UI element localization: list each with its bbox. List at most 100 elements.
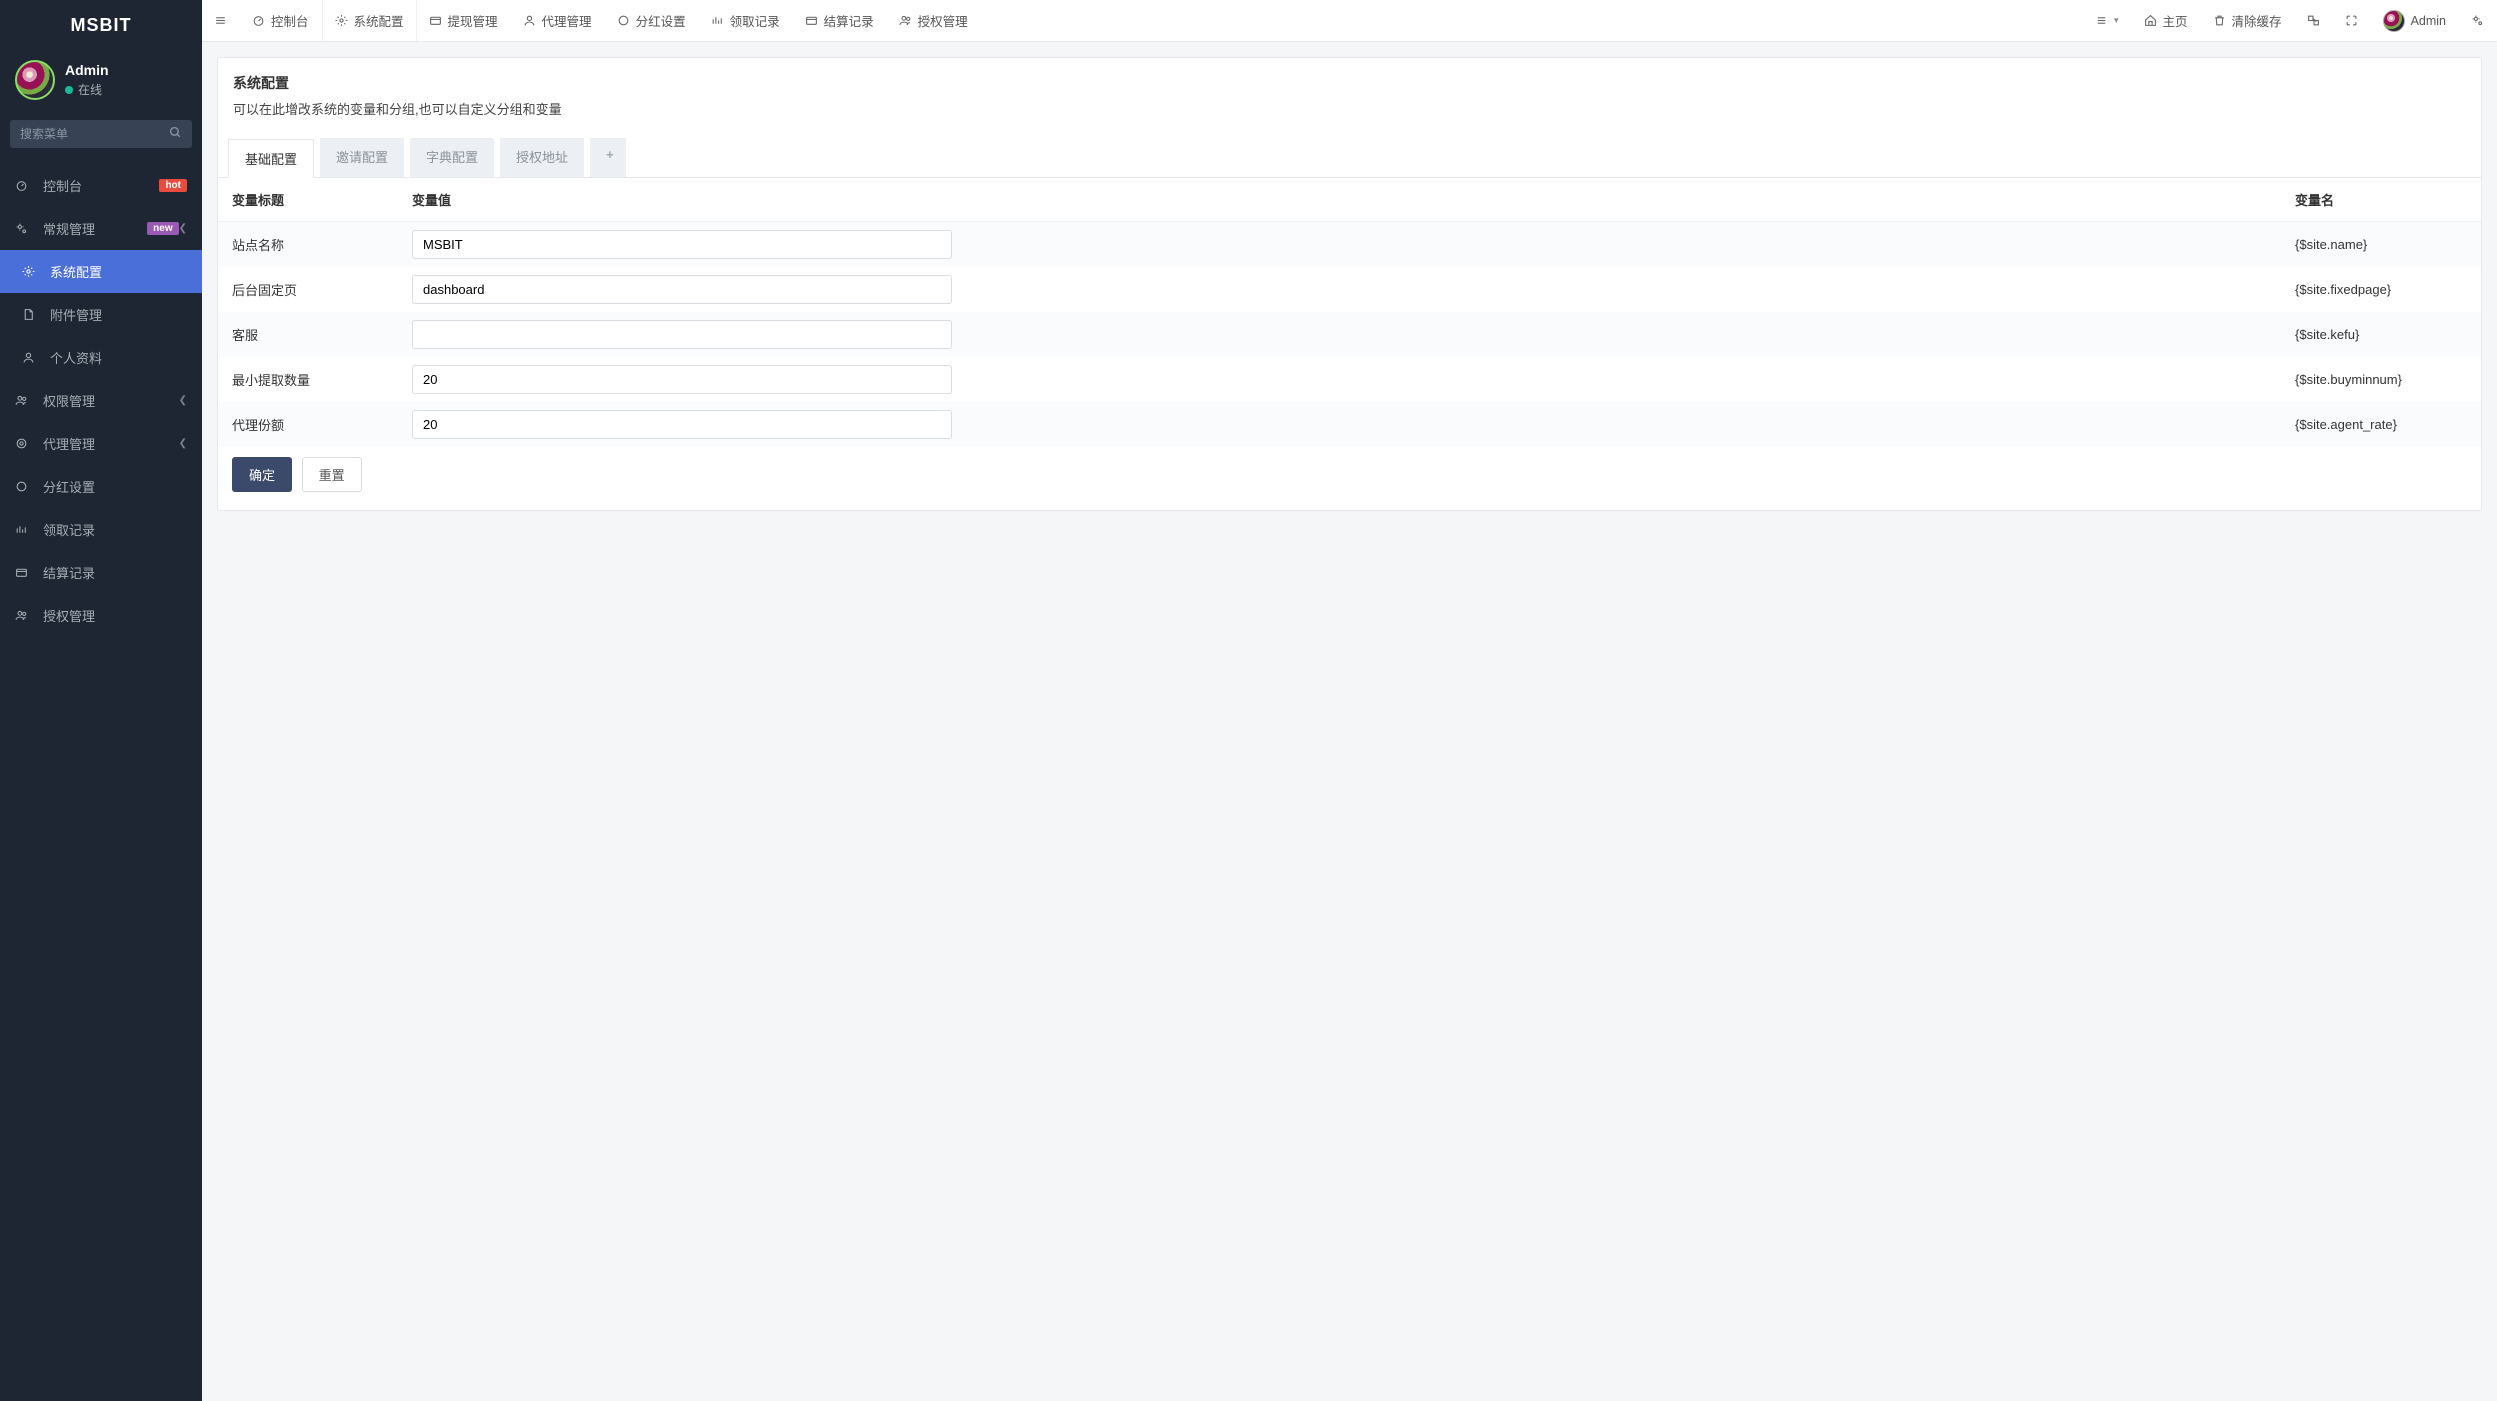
gears-icon	[2471, 14, 2484, 27]
topbar-action-1[interactable]: 主页	[2132, 0, 2201, 41]
tab-0[interactable]: 基础配置	[228, 139, 314, 178]
row-varname: {$site.kefu}	[2281, 312, 2481, 357]
bars-icon	[711, 14, 724, 27]
user-icon	[523, 14, 536, 27]
topnav-label: 授权管理	[918, 11, 968, 30]
sidebar-search	[10, 120, 192, 148]
list-icon	[2095, 14, 2108, 27]
row-title: 客服	[218, 312, 398, 357]
sidebar-item-2[interactable]: 系统配置	[0, 250, 202, 293]
row-input-4[interactable]	[412, 410, 952, 439]
sidebar-item-5[interactable]: 权限管理❮	[0, 379, 202, 422]
badge-hot: hot	[159, 179, 187, 192]
topbar-action-2[interactable]: 清除缓存	[2201, 0, 2295, 41]
dashboard-icon	[15, 179, 35, 192]
sidebar-user: Admin 在线	[0, 50, 202, 110]
gear-icon	[335, 14, 348, 27]
topnav-4[interactable]: 代理管理	[511, 0, 605, 41]
sidebar-item-8[interactable]: 领取记录	[0, 508, 202, 551]
topnav-label: 系统配置	[354, 11, 404, 30]
row-input-0[interactable]	[412, 230, 952, 259]
topbar-action-0[interactable]: ▾	[2083, 0, 2132, 41]
col-value: 变量值	[398, 178, 2281, 222]
plus-icon: +	[606, 147, 614, 162]
topbar: 控制台 系统配置 提现管理 代理管理 分红设置领取记录结算记录 授权管理 ▾ 主页 清除缓存 A…	[202, 0, 2497, 42]
tab-3[interactable]: 授权地址	[500, 138, 584, 177]
panel-desc: 可以在此增改系统的变量和分组,也可以自定义分组和变量	[233, 99, 2466, 118]
avatar[interactable]	[15, 60, 55, 100]
gear-icon	[22, 265, 42, 278]
menu-toggle[interactable]	[202, 0, 240, 41]
sidebar-item-4[interactable]: 个人资料	[0, 336, 202, 379]
sidebar-item-label: 结算记录	[43, 563, 187, 582]
topnav-2[interactable]: 系统配置	[322, 0, 417, 41]
row-varname: {$site.fixedpage}	[2281, 267, 2481, 312]
topbar-action-6[interactable]	[2459, 0, 2497, 41]
brand[interactable]: MSBIT	[0, 0, 202, 50]
sidebar: MSBIT Admin 在线 控制台hot常规管理new❮ 系统配置附件管理个人资…	[0, 0, 202, 1401]
sidebar-item-label: 权限管理	[43, 391, 179, 410]
caret-down-icon: ▾	[2114, 15, 2119, 26]
topnav-7[interactable]: 结算记录	[793, 0, 887, 41]
tab-add[interactable]: +	[590, 138, 626, 177]
sidebar-item-0[interactable]: 控制台hot	[0, 164, 202, 207]
topnav-1[interactable]: 控制台	[240, 0, 322, 41]
topnav-label: 代理管理	[542, 11, 592, 30]
circle-icon	[15, 480, 35, 493]
topnav-label: 分红设置	[636, 11, 686, 30]
sidebar-item-7[interactable]: 分红设置	[0, 465, 202, 508]
tab-1[interactable]: 邀请配置	[320, 138, 404, 177]
topnav-5[interactable]: 分红设置	[605, 0, 699, 41]
card-icon	[805, 14, 818, 27]
dashboard-icon	[252, 14, 265, 27]
online-dot-icon	[65, 86, 73, 94]
topbar-user[interactable]: Admin	[2371, 0, 2459, 41]
sidebar-item-3[interactable]: 附件管理	[0, 293, 202, 336]
sidebar-item-label: 领取记录	[43, 520, 187, 539]
trash-icon	[2213, 14, 2226, 27]
users-icon	[15, 394, 35, 407]
search-icon[interactable]	[169, 126, 182, 139]
row-varname: {$site.buyminnum}	[2281, 357, 2481, 402]
expand-icon	[2345, 14, 2358, 27]
sidebar-item-label: 授权管理	[43, 606, 187, 625]
panel-title: 系统配置	[233, 73, 2466, 93]
sidebar-item-1[interactable]: 常规管理new❮	[0, 207, 202, 250]
users-icon	[899, 14, 912, 27]
topnav-8[interactable]: 授权管理	[887, 0, 981, 41]
topnav-label: 控制台	[271, 11, 309, 30]
topnav-6[interactable]: 领取记录	[699, 0, 793, 41]
topnav-label: 提现管理	[448, 11, 498, 30]
target-icon	[15, 437, 35, 450]
users-icon	[15, 609, 35, 622]
circle-icon	[617, 14, 630, 27]
file-icon	[22, 308, 42, 321]
sidebar-item-6[interactable]: 代理管理❮	[0, 422, 202, 465]
lang-icon	[2307, 14, 2320, 27]
submit-button[interactable]: 确定	[232, 457, 292, 492]
sidebar-item-label: 系统配置	[50, 262, 187, 281]
config-table: 变量标题 变量值 变量名 站点名称{$site.name}后台固定页{$site…	[218, 178, 2481, 447]
row-input-1[interactable]	[412, 275, 952, 304]
sidebar-item-10[interactable]: 授权管理	[0, 594, 202, 637]
sidebar-menu: 控制台hot常规管理new❮系统配置附件管理个人资料权限管理❮代理管理❮分红设置…	[0, 164, 202, 637]
sidebar-item-label: 个人资料	[50, 348, 187, 367]
chevron-left-icon: ❮	[179, 223, 187, 234]
tab-2[interactable]: 字典配置	[410, 138, 494, 177]
topnav-3[interactable]: 提现管理	[417, 0, 511, 41]
table-row: 客服 {$site.kefu}	[218, 312, 2481, 357]
topbar-action-label: 清除缓存	[2232, 11, 2282, 30]
topbar-action-3[interactable]	[2295, 0, 2333, 41]
row-input-2[interactable]	[412, 320, 952, 349]
reset-button[interactable]: 重置	[302, 457, 362, 492]
sidebar-item-9[interactable]: 结算记录	[0, 551, 202, 594]
row-varname: {$site.name}	[2281, 222, 2481, 268]
sidebar-username: Admin	[65, 62, 109, 78]
row-varname: {$site.agent_rate}	[2281, 402, 2481, 447]
search-input[interactable]	[10, 120, 192, 148]
row-title: 后台固定页	[218, 267, 398, 312]
topbar-action-4[interactable]	[2333, 0, 2371, 41]
row-input-3[interactable]	[412, 365, 952, 394]
col-name: 变量名	[2281, 178, 2481, 222]
sidebar-item-label: 分红设置	[43, 477, 187, 496]
